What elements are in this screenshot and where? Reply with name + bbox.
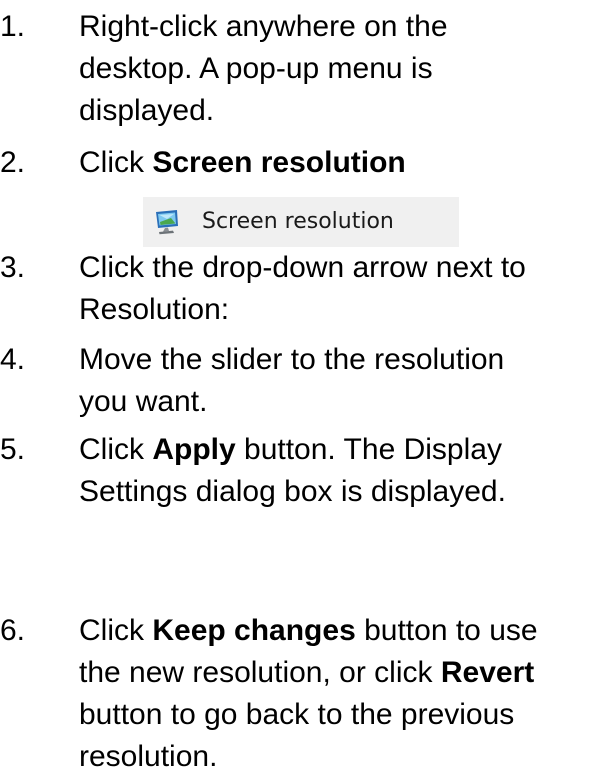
step-text-bold: Apply [152, 433, 236, 466]
step-text: Click the drop-down arrow next to Resolu… [79, 247, 607, 331]
step-text-line: Settings dialog box is displayed. [79, 475, 506, 508]
step-text-suffix: button. The Display [235, 433, 502, 466]
step-text-line: you want. [79, 385, 208, 418]
step-text-bold: Keep changes [152, 614, 356, 647]
step-text: Click Apply button. The Display Settings … [79, 429, 607, 513]
step-text-line: Right-click anywhere on the [79, 10, 448, 43]
monitor-icon [153, 209, 181, 235]
step-text: Move the slider to the resolution you wa… [79, 339, 607, 423]
step-text-suffix: button to use [355, 614, 538, 647]
step-text-line: Click the drop-down arrow next to [79, 251, 526, 284]
step-text-prefix: Click [79, 146, 153, 179]
step-number: 2. [0, 146, 26, 179]
step-text-line: displayed. [79, 94, 215, 127]
step-text-line: Move the slider to the resolution [79, 343, 505, 376]
step-text-line: the new resolution, or click [79, 656, 441, 689]
step-text-prefix: Click [79, 614, 153, 647]
instruction-steps: 1. Right-click anywhere on the desktop. … [0, 0, 607, 773]
step-number: 3. [0, 251, 26, 284]
step-text: Right-click anywhere on the desktop. A p… [79, 6, 607, 132]
step-text-bold: Revert [440, 656, 535, 689]
step-number: 4. [0, 343, 26, 376]
step-number: 5. [0, 433, 26, 466]
step-number: 6. [0, 614, 26, 647]
step-text-bold: Screen resolution [152, 146, 406, 179]
step-text: Click Keep changes button to use the new … [79, 610, 607, 778]
step-text-line: Resolution: [79, 293, 230, 326]
menu-item-label: Screen resolution [202, 209, 394, 234]
step-text-line: resolution. [79, 740, 218, 773]
step-text-line: desktop. A pop-up menu is [79, 52, 433, 85]
step-text-prefix: Click [79, 433, 153, 466]
screen-resolution-menu-item[interactable]: Screen resolution [143, 197, 459, 247]
step-text: Click Screen resolution [79, 142, 607, 184]
step-number: 1. [0, 10, 26, 43]
step-text-line: button to go back to the previous [79, 698, 515, 731]
